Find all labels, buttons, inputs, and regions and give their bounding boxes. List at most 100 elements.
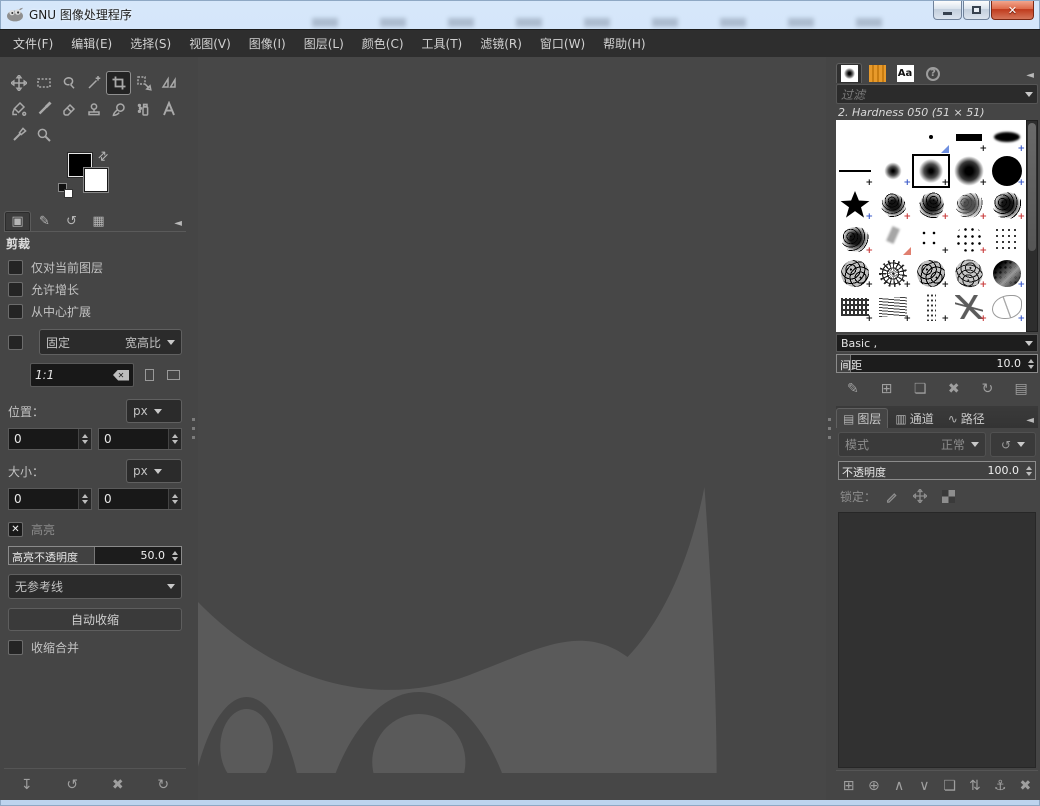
menu-item-3[interactable]: 视图(V) — [180, 30, 240, 57]
layer-list[interactable] — [838, 512, 1036, 768]
brush-filter-input[interactable]: 过滤 — [836, 84, 1038, 104]
spinner[interactable] — [1022, 462, 1035, 479]
dock-menu-icon[interactable]: ◄ — [1022, 68, 1038, 83]
brush-cell-17[interactable]: + — [912, 222, 950, 256]
close-button[interactable]: ✕ — [991, 1, 1034, 20]
menu-item-6[interactable]: 颜色(C) — [353, 30, 413, 57]
restore-preset-button[interactable]: ↺ — [59, 774, 85, 796]
tab-channels[interactable]: ▥ 通道 — [888, 408, 940, 428]
brush-cell-6[interactable]: + — [874, 154, 912, 188]
text-tool-button[interactable] — [156, 97, 181, 121]
spinner[interactable] — [168, 489, 181, 509]
minimize-button[interactable] — [933, 1, 962, 20]
brush-cell-32[interactable] — [912, 324, 950, 332]
brush-cell-33[interactable] — [950, 324, 988, 332]
crop-option-checkbox-2[interactable] — [8, 304, 23, 319]
fixed-checkbox[interactable] — [8, 334, 23, 350]
clear-icon[interactable]: ✕ — [113, 369, 129, 381]
delete-preset-button[interactable]: ✖ — [105, 774, 131, 796]
new-brush-button[interactable]: ⊞ — [873, 378, 899, 400]
brush-cell-30[interactable] — [836, 324, 874, 332]
brush-cell-13[interactable]: + — [950, 188, 988, 222]
crop-option-checkbox-1[interactable] — [8, 282, 23, 297]
brush-cell-8[interactable]: + — [950, 154, 988, 188]
new-layer-button[interactable]: ⊞ — [836, 775, 861, 797]
brush-cell-28[interactable]: + — [950, 290, 988, 324]
brush-cell-3[interactable]: + — [950, 120, 988, 154]
layer-mode-reset-button[interactable]: ↺ — [990, 432, 1036, 457]
portrait-button[interactable] — [140, 366, 158, 384]
background-color-swatch[interactable] — [84, 168, 108, 192]
edit-brush-button[interactable]: ✎ — [840, 378, 866, 400]
flip-tool-button[interactable] — [156, 71, 181, 95]
titlebar[interactable]: GNU 图像处理程序 ✕ — [0, 0, 1040, 29]
brush-cell-5[interactable]: + — [836, 154, 874, 188]
landscape-button[interactable] — [164, 366, 182, 384]
bucket-fill-tool-button[interactable] — [6, 97, 31, 121]
canvas-area[interactable] — [198, 57, 826, 800]
brush-cell-9[interactable]: + — [988, 154, 1026, 188]
menu-item-10[interactable]: 帮助(H) — [594, 30, 654, 57]
crop-tool-button[interactable] — [106, 71, 131, 95]
highlight-opacity-slider[interactable]: 高亮不透明度 50.0 — [8, 546, 182, 565]
default-colors-button[interactable] — [58, 183, 76, 199]
menu-item-0[interactable]: 文件(F) — [4, 30, 62, 57]
brush-cell-2[interactable] — [912, 120, 950, 154]
raise-layer-button[interactable]: ∧ — [887, 775, 912, 797]
brush-cell-22[interactable]: + — [912, 256, 950, 290]
layer-mode-combo[interactable]: 模式 正常 — [838, 432, 986, 457]
aspect-ratio-input[interactable]: 1:1 ✕ — [30, 363, 134, 387]
size-unit-combo[interactable]: px — [126, 459, 182, 483]
tab-patterns[interactable] — [864, 63, 890, 83]
tab-paths[interactable]: ∿ 路径 — [941, 408, 992, 428]
spinner[interactable] — [168, 429, 181, 449]
brush-cell-27[interactable]: + — [912, 290, 950, 324]
layer-opacity-slider[interactable]: 不透明度 100.0 — [838, 461, 1036, 480]
color-picker-tool-button[interactable] — [6, 123, 31, 147]
lower-layer-button[interactable]: ∨ — [912, 775, 937, 797]
spinner[interactable] — [78, 489, 91, 509]
tab-tool-options[interactable]: ▣ — [4, 211, 31, 231]
brush-cell-24[interactable]: + — [988, 256, 1026, 290]
brush-cell-29[interactable]: + — [988, 290, 1026, 324]
dock-separator-right[interactable] — [826, 57, 834, 800]
brush-cell-31[interactable] — [874, 324, 912, 332]
merge-down-button[interactable]: ⇅ — [962, 775, 987, 797]
move-tool-button[interactable] — [6, 71, 31, 95]
refresh-brushes-button[interactable]: ↻ — [974, 378, 1000, 400]
rect-select-tool-button[interactable] — [31, 71, 56, 95]
highlight-checkbox[interactable]: ✕ — [8, 522, 23, 537]
smudge-tool-button[interactable] — [106, 97, 131, 121]
spinner[interactable] — [168, 547, 181, 564]
brush-cell-19[interactable] — [988, 222, 1026, 256]
menu-item-7[interactable]: 工具(T) — [413, 30, 472, 57]
free-select-tool-button[interactable] — [56, 71, 81, 95]
brush-spacing-slider[interactable]: 间距 10.0 — [836, 354, 1038, 373]
tab-brushes[interactable] — [836, 63, 862, 83]
dock-separator-left[interactable] — [190, 57, 198, 800]
menu-item-4[interactable]: 图像(I) — [240, 30, 295, 57]
brush-cell-0[interactable] — [836, 120, 874, 154]
spinner[interactable] — [78, 429, 91, 449]
clone-tool-button[interactable] — [81, 97, 106, 121]
brush-cell-7[interactable]: + — [912, 154, 950, 188]
anchor-layer-button[interactable]: ⚓ — [988, 775, 1013, 797]
open-brush-as-image-button[interactable]: ▤ — [1008, 378, 1034, 400]
spinner[interactable] — [1024, 355, 1037, 372]
lock-pixels-button[interactable] — [880, 486, 904, 506]
reset-options-button[interactable]: ↻ — [150, 774, 176, 796]
menu-item-8[interactable]: 滤镜(R) — [471, 30, 531, 57]
tab-undo-history[interactable]: ↺ — [58, 211, 85, 231]
lock-position-button[interactable] — [908, 486, 932, 506]
eraser-tool-button[interactable] — [56, 97, 81, 121]
menu-item-9[interactable]: 窗口(W) — [531, 30, 594, 57]
brush-cell-16[interactable] — [874, 222, 912, 256]
guides-combo[interactable]: 无参考线 — [8, 574, 182, 599]
crop-option-checkbox-0[interactable] — [8, 260, 23, 275]
brush-cell-1[interactable] — [874, 120, 912, 154]
position-unit-combo[interactable]: px — [126, 399, 182, 423]
tab-help[interactable]: ? — [920, 63, 946, 83]
save-preset-button[interactable]: ↧ — [14, 774, 40, 796]
menu-item-2[interactable]: 选择(S) — [121, 30, 180, 57]
brush-cell-18[interactable]: + — [950, 222, 988, 256]
